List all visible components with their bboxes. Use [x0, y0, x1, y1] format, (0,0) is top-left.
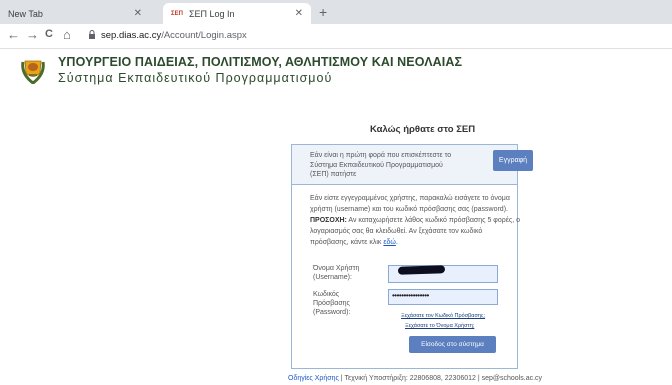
help-link[interactable]: Οδηγίες Χρήσης — [288, 375, 339, 382]
welcome-heading: Καλώς ήρθατε στο ΣΕΠ — [370, 124, 476, 135]
tab-label: New Tab — [8, 8, 43, 19]
support-info: | Τεχνική Υποστήριξη: 22806808, 22306012… — [338, 375, 543, 382]
register-button[interactable]: Εγγραφή — [493, 150, 533, 171]
forgot-password-link[interactable]: Ξεχάσατε τον Κωδικό Πρόσβασης; — [401, 313, 485, 319]
tab-label: ΣΕΠ Log In — [188, 8, 235, 19]
forgot-username-link[interactable]: Ξεχάσατε το Όνομα Χρήστη; — [405, 323, 474, 329]
close-tab-icon[interactable]: ✕ — [295, 8, 303, 19]
tab-sep-login[interactable]: ΣΕΠ ΣΕΠ Log In ✕ — [163, 3, 311, 24]
new-tab-button[interactable]: + — [319, 4, 327, 20]
forgot-here-link[interactable]: εδώ — [383, 239, 395, 246]
system-title: Σύστημα Εκπαιδευτικού Προγραμματισμού — [58, 71, 333, 85]
here-suffix: . — [395, 239, 398, 246]
login-intro: Εάν είστε εγγεγραμμένος χρήστης, παρακαλ… — [310, 195, 510, 213]
coat-of-arms-logo — [20, 56, 46, 85]
address-bar[interactable]: sep.dias.ac.cy/Account/Login.aspx — [101, 30, 247, 41]
redacted-username — [397, 265, 446, 275]
close-tab-icon[interactable]: ✕ — [134, 8, 142, 19]
ministry-title: ΥΠΟΥΡΓΕΙΟ ΠΑΙΔΕΙΑΣ, ΠΟΛΙΤΙΣΜΟΥ, ΑΘΛΗΤΙΣΜ… — [58, 55, 463, 69]
login-button[interactable]: Είσοδος στο σύστημα — [409, 336, 496, 353]
password-mask: •••••••••••••••• — [392, 291, 429, 300]
first-time-text: Εάν είναι η πρώτη φορά που επισκέπτεστε … — [310, 152, 452, 178]
lock-icon — [88, 30, 96, 41]
url-host: sep.dias.ac.cy — [101, 30, 162, 41]
password-label: Κωδικός Πρόσβασης (Password): — [313, 291, 351, 316]
favicon-icon: ΣΕΠ — [171, 10, 183, 17]
login-instructions: Εάν είστε εγγεγραμμένος χρήστης, παρακαλ… — [310, 193, 520, 248]
reload-icon[interactable]: C — [45, 28, 53, 40]
warning-label: ΠΡΟΣΟΧΗ: — [310, 217, 347, 224]
forward-icon[interactable]: → — [26, 27, 39, 42]
url-path: /Account/Login.aspx — [161, 30, 247, 41]
footer: Οδηγίες Χρήσης | Τεχνική Υποστήριξη: 228… — [288, 375, 542, 382]
username-label: Όνομα Χρήστη (Username): — [313, 265, 360, 281]
tab-new-tab[interactable]: New Tab ✕ — [0, 3, 150, 24]
back-icon[interactable]: ← — [7, 27, 20, 42]
home-icon[interactable]: ⌂ — [63, 27, 71, 42]
